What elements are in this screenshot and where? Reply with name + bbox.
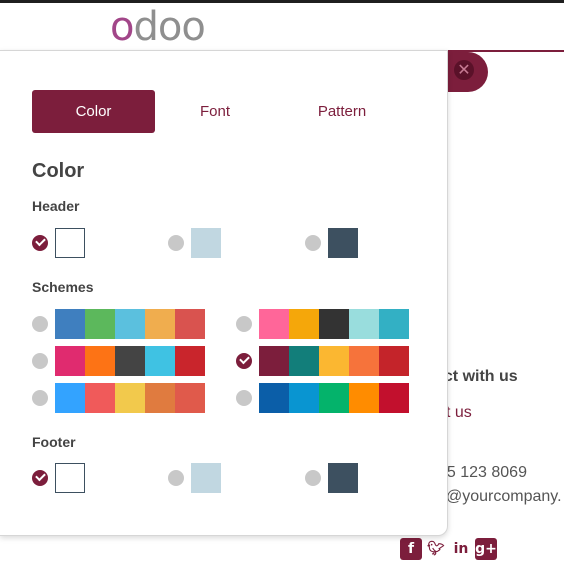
scheme-radio-4[interactable] bbox=[236, 353, 252, 369]
color-scheme-6[interactable] bbox=[259, 383, 409, 413]
scheme-radio-6[interactable] bbox=[236, 390, 252, 406]
color-scheme-1[interactable] bbox=[55, 309, 205, 339]
scheme-radio-1[interactable] bbox=[32, 316, 48, 332]
scheme-color-chip bbox=[115, 309, 145, 339]
scheme-color-chip bbox=[259, 309, 289, 339]
tab-pattern[interactable]: Pattern bbox=[280, 90, 404, 133]
scheme-color-chip bbox=[379, 309, 409, 339]
twitter-icon[interactable]: 🐦︎ bbox=[425, 538, 447, 560]
header-color-swatch-2[interactable] bbox=[191, 228, 221, 258]
scheme-color-chip bbox=[289, 309, 319, 339]
customize-panel: Color Font Pattern Color Header Schemes … bbox=[0, 50, 448, 536]
scheme-color-chip bbox=[175, 309, 205, 339]
close-icon: ✕ bbox=[454, 60, 474, 80]
footer-label: Footer bbox=[32, 434, 76, 450]
footer-radio-1[interactable] bbox=[32, 470, 48, 486]
scheme-color-chip bbox=[145, 309, 175, 339]
scheme-color-chip bbox=[85, 383, 115, 413]
scheme-color-chip bbox=[55, 309, 85, 339]
scheme-color-chip bbox=[319, 309, 349, 339]
scheme-color-chip bbox=[379, 346, 409, 376]
scheme-color-chip bbox=[115, 346, 145, 376]
header-radio-1[interactable] bbox=[32, 235, 48, 251]
scheme-color-chip bbox=[85, 309, 115, 339]
header-color-swatch-1[interactable] bbox=[55, 228, 85, 258]
footer-radio-2[interactable] bbox=[168, 470, 184, 486]
contact-phone: 55 123 8069 bbox=[438, 464, 527, 481]
footer-radio-3[interactable] bbox=[305, 470, 321, 486]
scheme-radio-5[interactable] bbox=[32, 390, 48, 406]
header-radio-2[interactable] bbox=[168, 235, 184, 251]
color-scheme-4[interactable] bbox=[259, 346, 409, 376]
linkedin-icon[interactable]: in bbox=[450, 538, 472, 560]
scheme-radio-2[interactable] bbox=[236, 316, 252, 332]
scheme-color-chip bbox=[175, 346, 205, 376]
scheme-color-chip bbox=[115, 383, 145, 413]
scheme-color-chip bbox=[175, 383, 205, 413]
tab-color[interactable]: Color bbox=[32, 90, 155, 133]
scheme-color-chip bbox=[259, 346, 289, 376]
schemes-label: Schemes bbox=[32, 279, 94, 295]
color-scheme-5[interactable] bbox=[55, 383, 205, 413]
scheme-color-chip bbox=[349, 383, 379, 413]
site-header: odoo bbox=[0, 3, 564, 52]
scheme-color-chip bbox=[289, 346, 319, 376]
footer-color-swatch-1[interactable] bbox=[55, 463, 85, 493]
footer-color-swatch-3[interactable] bbox=[328, 463, 358, 493]
scheme-color-chip bbox=[319, 346, 349, 376]
scheme-color-chip bbox=[379, 383, 409, 413]
color-scheme-2[interactable] bbox=[259, 309, 409, 339]
scheme-color-chip bbox=[55, 383, 85, 413]
scheme-color-chip bbox=[349, 346, 379, 376]
scheme-radio-3[interactable] bbox=[32, 353, 48, 369]
footer-color-swatch-2[interactable] bbox=[191, 463, 221, 493]
social-links: f 🐦︎ in g+ bbox=[400, 538, 497, 560]
odoo-logo[interactable]: odoo bbox=[110, 5, 206, 49]
header-color-swatch-3[interactable] bbox=[328, 228, 358, 258]
scheme-color-chip bbox=[289, 383, 319, 413]
color-scheme-3[interactable] bbox=[55, 346, 205, 376]
scheme-color-chip bbox=[55, 346, 85, 376]
customize-tabs: Color Font Pattern bbox=[32, 90, 422, 133]
scheme-color-chip bbox=[145, 346, 175, 376]
facebook-icon[interactable]: f bbox=[400, 538, 422, 560]
scheme-color-chip bbox=[349, 309, 379, 339]
header-label: Header bbox=[32, 198, 80, 214]
tab-font[interactable]: Font bbox=[160, 90, 270, 133]
contact-email[interactable]: @yourcompany. bbox=[446, 488, 562, 506]
scheme-color-chip bbox=[319, 383, 349, 413]
section-title: Color bbox=[32, 160, 85, 182]
scheme-color-chip bbox=[259, 383, 289, 413]
google-plus-icon[interactable]: g+ bbox=[475, 538, 497, 560]
header-radio-3[interactable] bbox=[305, 235, 321, 251]
scheme-color-chip bbox=[145, 383, 175, 413]
scheme-color-chip bbox=[85, 346, 115, 376]
